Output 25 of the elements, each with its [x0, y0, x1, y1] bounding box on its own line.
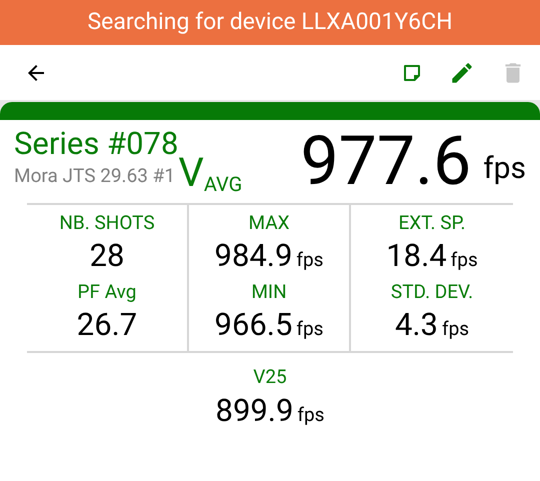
average-value: 977.6 — [300, 126, 472, 194]
stat-label: PF Avg — [78, 278, 136, 305]
series-subtitle: Mora JTS 29.63 #1 — [14, 163, 176, 189]
unit-label: fps — [450, 247, 478, 273]
unit-label: fps — [483, 150, 526, 188]
stat-label: NB. SHOTS — [59, 210, 155, 236]
stat-value: 984.9 — [214, 237, 292, 276]
stat-label: MAX — [248, 210, 290, 236]
stat-label: MIN — [251, 278, 287, 305]
stat-value: 4.3 — [394, 306, 438, 345]
stat-label: V25 — [253, 364, 287, 390]
series-title: Series #078 — [14, 126, 178, 162]
status-banner: Searching for device LLXA001Y6CH — [0, 0, 540, 45]
unit-label: fps — [442, 316, 470, 342]
stat-value: 26.7 — [76, 306, 138, 345]
unit-label: fps — [296, 247, 324, 273]
stat-value: 966.5 — [214, 306, 292, 345]
stat-value: 18.4 — [386, 237, 447, 276]
stat-value: 899.9 — [216, 392, 294, 430]
unit-label: fps — [297, 402, 324, 428]
stat-label: STD. DEV. — [390, 278, 474, 305]
stat-value: 28 — [90, 237, 124, 276]
stat-label: EXT. SP. — [398, 210, 466, 236]
unit-label: fps — [296, 316, 324, 342]
average-label: V$_{AVG}$ — [178, 152, 242, 192]
